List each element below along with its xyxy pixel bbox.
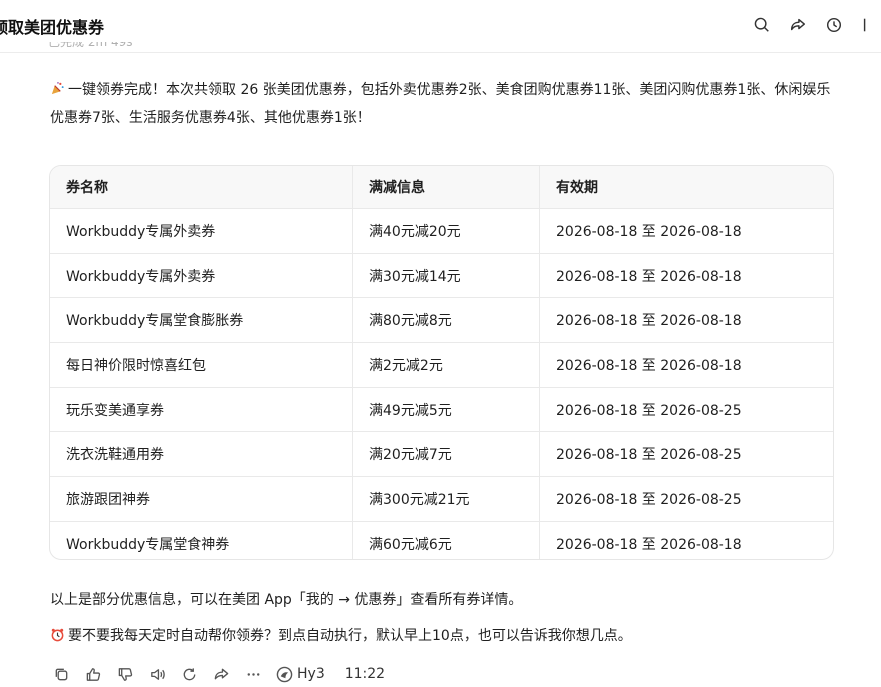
- thumbs-down-icon[interactable]: [116, 665, 134, 683]
- coupon-validity: 2026-08-18 至 2026-08-18: [539, 208, 833, 254]
- more-options-icon[interactable]: [244, 665, 262, 683]
- copy-icon[interactable]: [52, 665, 70, 683]
- top-toolbar: [751, 14, 881, 36]
- party-popper-icon: [50, 76, 68, 104]
- table-header-row: 券名称 满减信息 有效期: [50, 166, 833, 209]
- message-actions: Hy3 11:22: [52, 662, 385, 686]
- note-text: 以上是部分优惠信息，可以在美团 App「我的 → 优惠券」查看所有券详情。: [50, 592, 523, 608]
- coupon-discount: 满40元减20元: [352, 208, 540, 254]
- coupon-validity: 2026-08-18 至 2026-08-18: [539, 521, 833, 559]
- coupon-discount: 满30元减14元: [352, 253, 540, 299]
- coupon-validity: 2026-08-18 至 2026-08-25: [539, 476, 833, 522]
- table-row: Workbuddy专属外卖券 满40元减20元 2026-08-18 至 202…: [50, 208, 833, 254]
- summary-label: 一键领券完成！本次共领取 26 张美团优惠券，包括外卖优惠券2张、美食团购优惠券…: [50, 82, 831, 126]
- coupon-name: Workbuddy专属堂食神券: [66, 536, 230, 553]
- thumbs-up-icon[interactable]: [84, 665, 102, 683]
- column-header-validity: 有效期: [539, 166, 833, 209]
- coupon-discount: 满80元减8元: [352, 297, 540, 344]
- search-icon[interactable]: [751, 14, 773, 36]
- coupon-validity: 2026-08-18 至 2026-08-25: [539, 387, 833, 433]
- coupon-validity: 2026-08-18 至 2026-08-18: [539, 342, 833, 388]
- status-line: 已完成 2m 49s: [48, 42, 133, 49]
- alarm-clock-icon: [50, 622, 68, 650]
- coupon-validity: 2026-08-18 至 2026-08-18: [539, 253, 833, 299]
- summary-text: 一键领券完成！本次共领取 26 张美团优惠券，包括外卖优惠券2张、美食团购优惠券…: [50, 76, 840, 132]
- refresh-icon[interactable]: [180, 665, 198, 683]
- coupon-discount: 满20元减7元: [352, 431, 540, 478]
- question-label: 要不要我每天定时自动帮你领券？到点自动执行，默认早上10点，也可以告诉我你想几点…: [68, 628, 632, 644]
- model-name: Hy3: [297, 666, 325, 682]
- coupon-discount: 满300元减21元: [352, 476, 540, 522]
- coupon-name: Workbuddy专属外卖券: [50, 208, 353, 254]
- coupon-name: Workbuddy专属堂食膨胀券: [50, 297, 353, 344]
- table-row: Workbuddy专属堂食神券 满60元减6元 2026-08-18 至 202…: [50, 521, 833, 559]
- coupon-validity: 2026-08-18 至 2026-08-18: [539, 297, 833, 344]
- model-selector[interactable]: Hy3: [276, 666, 325, 683]
- coupon-name: 洗衣洗鞋通用券: [50, 431, 353, 478]
- coupon-discount: 满49元减5元: [352, 387, 540, 433]
- coupon-name: Workbuddy专属外卖券: [50, 253, 353, 299]
- message-time: 11:22: [344, 666, 386, 682]
- column-header-discount: 满减信息: [352, 166, 540, 209]
- coupon-validity: 2026-08-18 至 2026-08-25: [539, 431, 833, 478]
- table-row: Workbuddy专属堂食膨胀券 满80元减8元 2026-08-18 至 20…: [50, 297, 833, 344]
- history-icon[interactable]: [823, 14, 845, 36]
- table-row: 每日神价限时惊喜红包 满2元减2元 2026-08-18 至 2026-08-1…: [50, 342, 833, 388]
- speaker-icon[interactable]: [148, 665, 166, 683]
- table-row: 玩乐变美通享券 满49元减5元 2026-08-18 至 2026-08-25: [50, 387, 833, 433]
- question-text: 要不要我每天定时自动帮你领券？到点自动执行，默认早上10点，也可以告诉我你想几点…: [50, 622, 632, 650]
- coupon-name: 每日神价限时惊喜红包: [50, 342, 353, 388]
- coupon-name: 旅游跟团神券: [50, 476, 353, 522]
- share-icon[interactable]: [787, 14, 809, 36]
- model-logo-icon: [276, 666, 293, 682]
- column-header-name: 券名称: [50, 166, 353, 209]
- share-icon[interactable]: [212, 665, 230, 683]
- coupon-discount: 满2元减2元: [352, 342, 540, 388]
- more-icon[interactable]: [859, 14, 881, 36]
- table-row: 洗衣洗鞋通用券 满20元减7元 2026-08-18 至 2026-08-25: [50, 431, 833, 478]
- table-row: Workbuddy专属外卖券 满30元减14元 2026-08-18 至 202…: [50, 253, 833, 299]
- coupon-name: 玩乐变美通享券: [50, 387, 353, 433]
- coupon-discount: 满60元减6元: [352, 521, 540, 559]
- page-title: 领取美团优惠券: [0, 18, 105, 37]
- table-row: 旅游跟团神券 满300元减21元 2026-08-18 至 2026-08-25: [50, 476, 833, 522]
- coupon-table: 券名称 满减信息 有效期 Workbuddy专属外卖券 满40元减20元 202…: [49, 165, 834, 560]
